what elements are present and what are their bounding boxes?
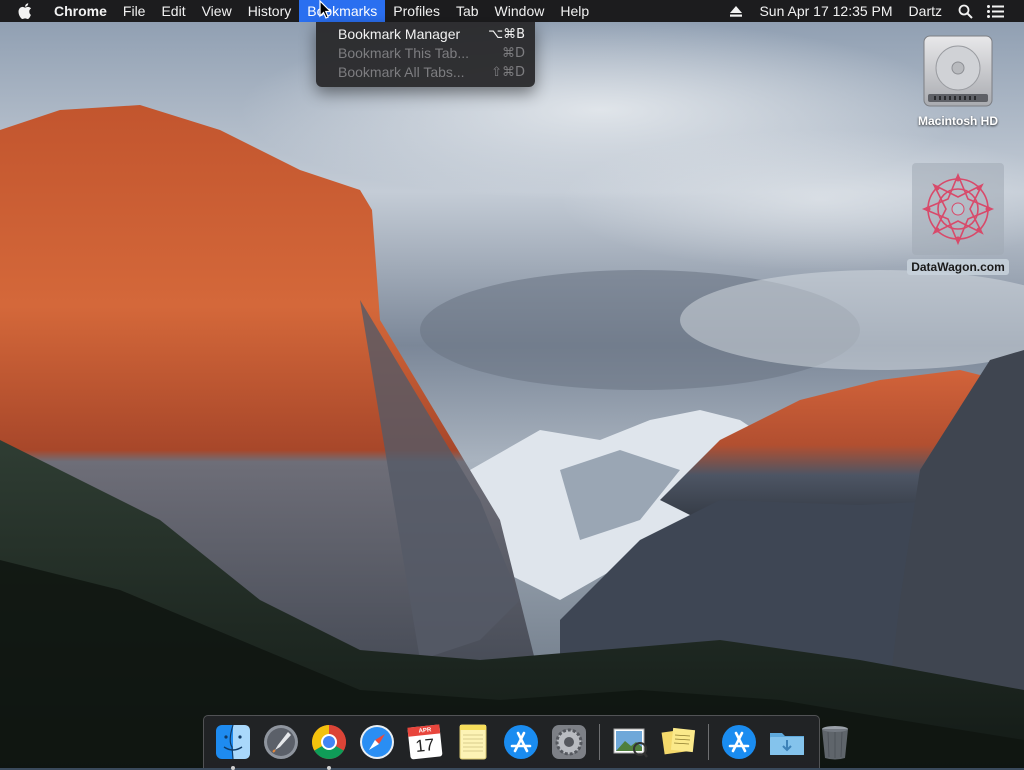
menu-item-bookmark-this-tab: Bookmark This Tab... ⌘D: [316, 44, 535, 63]
desktop-wallpaper: [0, 0, 1024, 768]
menu-item-bookmark-manager[interactable]: Bookmark Manager ⌥⌘B: [316, 25, 535, 44]
app-store-icon: [504, 725, 538, 759]
macintosh-hd-desktop-icon[interactable]: Macintosh HD: [906, 30, 1010, 128]
menu-profiles[interactable]: Profiles: [385, 0, 448, 22]
menu-bookmarks[interactable]: Bookmarks: [299, 0, 386, 22]
dock-safari[interactable]: [358, 723, 396, 761]
system-preferences-icon: [552, 725, 586, 759]
menu-window[interactable]: Window: [487, 0, 553, 22]
menu-item-label: Bookmark All Tabs...: [338, 64, 465, 80]
menu-item-bookmark-all-tabs: Bookmark All Tabs... ⇧⌘D: [316, 63, 535, 82]
datawagon-thumbnail: [912, 163, 1004, 255]
menubar-user[interactable]: Dartz: [901, 0, 950, 22]
trash-icon: [822, 726, 848, 760]
menu-help[interactable]: Help: [552, 0, 597, 22]
dock-separator: [599, 724, 600, 760]
dock-stickies[interactable]: [659, 723, 697, 761]
safari-icon: [360, 725, 394, 759]
app-store-folder-icon: [722, 725, 756, 759]
apple-logo-icon[interactable]: [16, 0, 34, 22]
spotlight-search-icon[interactable]: [956, 0, 974, 22]
menubar-clock[interactable]: Sun Apr 17 12:35 PM: [751, 0, 900, 22]
dock: APR 17: [203, 715, 848, 770]
dock-system-preferences[interactable]: [550, 723, 588, 761]
dock-notes[interactable]: [454, 723, 492, 761]
eject-icon[interactable]: [727, 0, 745, 22]
app-menu-chrome[interactable]: Chrome: [44, 0, 115, 22]
menu-item-shortcut: ⌘D: [501, 46, 525, 61]
dock-app-store-folder[interactable]: [720, 723, 758, 761]
bookmarks-dropdown-menu: Bookmark Manager ⌥⌘B Bookmark This Tab..…: [316, 22, 535, 87]
macintosh-hd-label: Macintosh HD: [917, 114, 998, 128]
dock-app-store[interactable]: [502, 723, 540, 761]
menu-item-shortcut: ⇧⌘D: [491, 65, 525, 80]
datawagon-label: DataWagon.com: [907, 259, 1009, 275]
mandala-icon: [921, 172, 995, 246]
datawagon-desktop-icon[interactable]: DataWagon.com: [898, 163, 1018, 275]
dock-trash[interactable]: [816, 723, 854, 761]
menu-bar: Chrome File Edit View History Bookmarks …: [0, 0, 1024, 22]
dock-launchpad[interactable]: [262, 723, 300, 761]
menu-tab[interactable]: Tab: [448, 0, 487, 22]
menu-item-label: Bookmark This Tab...: [338, 45, 469, 61]
notes-icon: [459, 724, 487, 760]
dock-chrome[interactable]: [310, 723, 348, 770]
chrome-icon: [312, 725, 346, 759]
preview-icon: [613, 728, 648, 758]
stickies-icon: [661, 727, 696, 755]
downloads-folder-icon: [770, 733, 804, 755]
dock-separator: [708, 724, 709, 760]
dock-downloads-folder[interactable]: [768, 723, 806, 761]
menu-item-label: Bookmark Manager: [338, 26, 461, 42]
running-indicator: [231, 766, 235, 770]
mouse-cursor-icon: [319, 0, 332, 19]
dock-calendar[interactable]: APR 17: [406, 723, 444, 761]
dock-preview[interactable]: [611, 723, 649, 761]
menu-view[interactable]: View: [194, 0, 240, 22]
finder-icon: [216, 724, 250, 760]
launchpad-icon: [264, 725, 298, 759]
menu-file[interactable]: File: [115, 0, 154, 22]
menu-history[interactable]: History: [240, 0, 300, 22]
hard-drive-icon: [923, 35, 993, 107]
running-indicator: [327, 766, 331, 770]
calendar-day: 17: [414, 735, 436, 756]
notification-center-icon[interactable]: [986, 0, 1004, 22]
menu-edit[interactable]: Edit: [153, 0, 193, 22]
menu-item-shortcut: ⌥⌘B: [488, 27, 525, 42]
dock-finder[interactable]: [214, 723, 252, 770]
